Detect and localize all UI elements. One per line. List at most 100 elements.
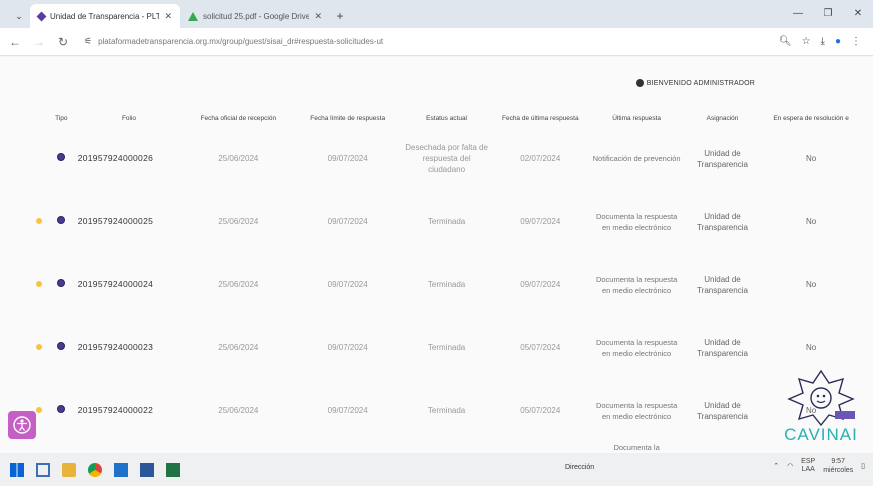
reload-icon[interactable]: ↻ <box>56 35 70 49</box>
fecha-ultima-cell: 05/07/2024 <box>520 406 561 415</box>
cavinai-logo[interactable]: CAVINAI <box>777 367 865 452</box>
download-icon[interactable]: ⤓ <box>821 36 825 47</box>
tipo-icon <box>57 279 66 287</box>
menu-icon[interactable]: ⋮ <box>851 36 861 47</box>
tipo-icon <box>57 216 66 224</box>
forward-icon[interactable]: → <box>32 35 46 49</box>
tab-title: Unidad de Transparencia - PLT <box>50 11 160 21</box>
file-explorer-icon[interactable] <box>62 462 76 477</box>
language-indicator[interactable]: ESP LAA <box>801 458 815 474</box>
ultima-respuesta-cell: Documenta la respuesta en medio electrón… <box>595 337 678 358</box>
language-code: ESP <box>801 458 816 465</box>
ultima-respuesta-cell: Documenta la <box>613 443 660 452</box>
tipo-cell <box>51 127 72 190</box>
network-icon[interactable]: ◠ <box>787 462 793 470</box>
row-marker <box>28 127 51 190</box>
table-row[interactable]: 201957924000025 25/06/2024 09/07/2024 Te… <box>28 190 858 253</box>
outlook-icon[interactable] <box>114 462 128 477</box>
row-marker <box>28 190 51 253</box>
col-header-marker <box>28 109 51 127</box>
excel-icon[interactable] <box>166 462 180 477</box>
estatus-cell: Terminada <box>427 217 466 226</box>
chrome-icon[interactable] <box>88 462 102 477</box>
bookmark-star-icon[interactable]: ☆ <box>802 36 811 47</box>
fecha-oficial-cell: 25/06/2024 <box>218 280 259 289</box>
window-controls: — ❐ ✕ <box>783 0 873 28</box>
close-window-button[interactable]: ✕ <box>843 0 873 28</box>
fecha-limite-cell: 09/07/2024 <box>327 154 368 163</box>
folio-cell[interactable]: 201957924000026 <box>72 127 187 190</box>
tab-google-drive[interactable]: solicitud 25.pdf - Google Drive ✕ <box>180 4 330 28</box>
site-info-icon[interactable]: ⚟ <box>84 36 92 47</box>
row-marker <box>28 253 51 316</box>
fecha-ultima-cell: 09/07/2024 <box>520 280 561 289</box>
table-row[interactable]: 201957924000022 25/06/2024 09/07/2024 Te… <box>28 379 858 442</box>
col-header-estatus[interactable]: Estatus actual <box>405 109 488 127</box>
estatus-cell: Terminada <box>427 343 466 352</box>
minimize-button[interactable]: — <box>783 0 813 28</box>
task-view-icon[interactable] <box>36 462 50 477</box>
close-icon[interactable]: ✕ <box>164 11 172 22</box>
back-icon[interactable]: ← <box>8 35 22 49</box>
taskbar-address-label[interactable]: Dirección <box>565 464 594 471</box>
tab-unidad-transparencia[interactable]: Unidad de Transparencia - PLT ✕ <box>30 4 180 28</box>
maximize-button[interactable]: ❐ <box>813 0 843 28</box>
fecha-oficial-cell: 25/06/2024 <box>218 217 259 226</box>
col-header-fecha-limite[interactable]: Fecha límite de respuesta <box>290 109 405 127</box>
col-header-fecha-oficial[interactable]: Fecha oficial de recepción <box>186 109 290 127</box>
ultima-respuesta-cell: Notificación de prevención <box>592 154 681 163</box>
tray-chevron-icon[interactable]: ⌃ <box>773 462 779 470</box>
col-header-ultima-respuesta[interactable]: Última respuesta <box>592 109 681 127</box>
unidad-icon <box>36 11 47 21</box>
clock-time: 9:57 <box>831 458 845 465</box>
browser-tab-strip: ⌄ Unidad de Transparencia - PLT ✕ solici… <box>0 0 873 28</box>
tipo-icon <box>57 405 66 413</box>
word-icon[interactable] <box>140 462 154 477</box>
tipo-icon <box>57 342 66 350</box>
accessibility-button[interactable] <box>8 411 36 439</box>
col-header-tipo[interactable]: Tipo <box>51 109 72 127</box>
pending-dot-icon <box>36 344 43 350</box>
espera-cell: No <box>805 280 817 289</box>
espera-cell: No <box>805 154 817 163</box>
table-row[interactable]: 201957924000026 25/06/2024 09/07/2024 De… <box>28 127 858 190</box>
tab-search-icon[interactable]: ⌄ <box>8 4 30 28</box>
profile-icon[interactable]: ● <box>835 36 841 47</box>
requests-table: Tipo Folio Fecha oficial de recepción Fe… <box>28 109 858 453</box>
tipo-cell <box>51 316 72 379</box>
close-icon[interactable]: ✕ <box>314 11 322 22</box>
fecha-ultima-cell: 09/07/2024 <box>520 217 561 226</box>
col-header-asignacion[interactable]: Asignación <box>681 109 764 127</box>
folio-cell[interactable]: 201957924000023 <box>72 316 187 379</box>
new-tab-button[interactable]: + <box>330 4 350 28</box>
table-row[interactable]: 201957924000024 25/06/2024 09/07/2024 Te… <box>28 253 858 316</box>
zoom-icon[interactable]: 🔍︎ <box>779 36 792 47</box>
folio-cell[interactable]: 201957924000024 <box>72 253 187 316</box>
col-header-folio[interactable]: Folio <box>72 109 187 127</box>
url-text: plataformadetransparencia.org.mx/group/g… <box>98 37 384 46</box>
windows-start-icon[interactable] <box>10 462 24 477</box>
table-row-partial: Documenta la <box>28 442 858 453</box>
table-row[interactable]: 201957924000023 25/06/2024 09/07/2024 Te… <box>28 316 858 379</box>
tab-title: solicitud 25.pdf - Google Drive <box>203 11 310 21</box>
folio-cell[interactable]: 201957924000022 <box>72 379 187 442</box>
google-drive-icon <box>188 11 198 21</box>
col-header-espera[interactable]: En espera de resolución e <box>764 109 858 127</box>
notification-icon[interactable]: ▯ <box>861 462 865 470</box>
col-header-fecha-ultima[interactable]: Fecha de última respuesta <box>488 109 592 127</box>
pending-dot-icon <box>36 218 43 224</box>
clock[interactable]: 9:57 miércoles <box>823 457 853 475</box>
folio-cell[interactable]: 201957924000025 <box>72 190 187 253</box>
fecha-ultima-cell: 05/07/2024 <box>520 343 561 352</box>
asignacion-cell: Unidad de Transparencia <box>697 148 748 169</box>
asignacion-cell: Unidad de Transparencia <box>697 337 748 358</box>
estatus-cell: Terminada <box>427 406 466 415</box>
welcome-banner[interactable]: BIENVENIDO ADMINISTRADOR <box>635 79 755 87</box>
estatus-cell: Terminada <box>427 280 466 289</box>
tipo-cell <box>51 190 72 253</box>
fecha-limite-cell: 09/07/2024 <box>327 343 368 352</box>
url-field[interactable]: ⚟ plataformadetransparencia.org.mx/group… <box>80 32 769 52</box>
estatus-cell: Desechada por falta de respuesta del ciu… <box>405 143 488 174</box>
language-sub: LAA <box>801 466 815 473</box>
table-header-row: Tipo Folio Fecha oficial de recepción Fe… <box>28 109 858 127</box>
